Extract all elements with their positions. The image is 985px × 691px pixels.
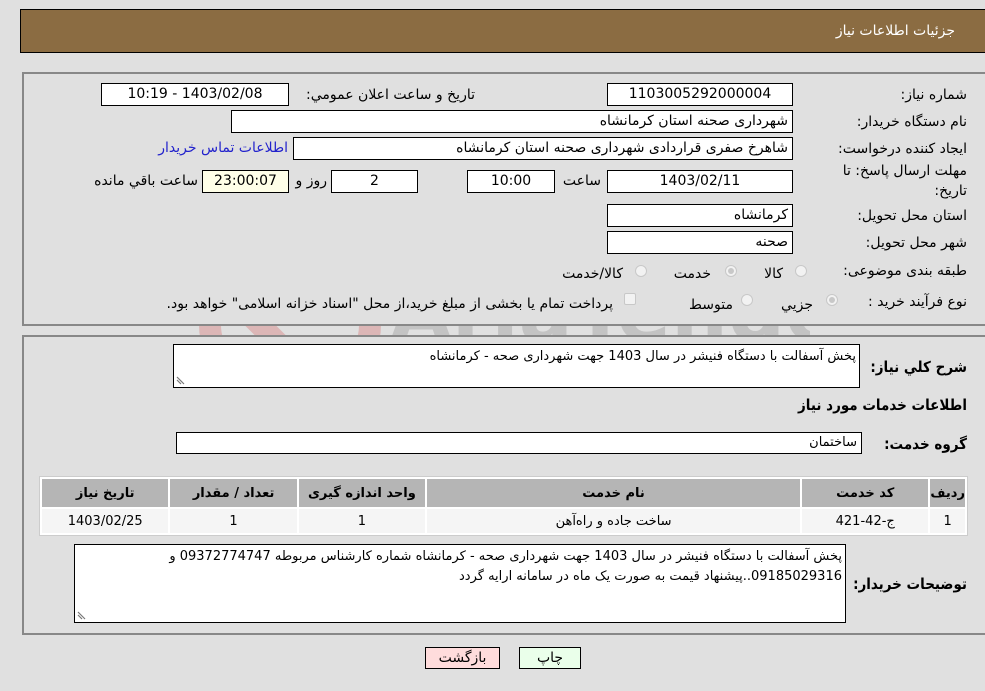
summary-label: شرح كلي نياز: — [870, 358, 967, 376]
days-remaining-field: 2 — [331, 170, 418, 193]
category-service-radio[interactable] — [725, 265, 737, 277]
process-medium-label: متوسط — [689, 297, 733, 313]
cell-code: ج-42-421 — [802, 509, 929, 533]
back-button[interactable]: بازگشت — [425, 647, 500, 669]
process-minor-label: جزیي — [781, 297, 813, 313]
remaining-time-label: ساعت باقي مانده — [94, 173, 198, 189]
category-goods-service-label: کالا/خدمت — [562, 266, 623, 282]
table-row: 1 ج-42-421 ساخت جاده و راه‌آهن 1 1 1403/… — [42, 509, 965, 533]
cell-qty: 1 — [170, 509, 297, 533]
announce-label: تاریخ و ساعت اعلان عمومي: — [306, 87, 475, 103]
need-number-label: شماره نیاز: — [900, 87, 968, 103]
page-header: جزئیات اطلاعات نیاز — [20, 9, 985, 53]
process-medium-radio[interactable] — [741, 294, 753, 306]
services-table-wrap: ردیف کد خدمت نام خدمت واحد اندازه گیری ت… — [39, 476, 968, 536]
col-unit-header: واحد اندازه گیری — [298, 479, 426, 507]
treasury-checkbox[interactable] — [624, 293, 636, 305]
treasury-note: پرداخت تمام یا بخشی از مبلغ خرید،از محل … — [166, 296, 613, 312]
creator-field: شاهرخ صفری قراردادی شهرداری صحنه استان ک… — [293, 137, 793, 160]
services-heading: اطلاعات خدمات مورد نیاز — [798, 396, 967, 414]
need-number-field: 1103005292000004 — [607, 83, 793, 106]
remaining-time-field: 23:00:07 — [202, 170, 289, 193]
province-field: کرمانشاه — [607, 204, 793, 227]
category-goods-service-radio[interactable] — [635, 265, 647, 277]
category-service-label: خدمت — [673, 266, 711, 282]
buyer-notes-textarea[interactable]: پخش آسفالت با دستگاه فنیشر در سال 1403 ج… — [74, 544, 846, 623]
category-label: طبقه بندی موضوعی: — [843, 263, 967, 279]
col-qty-header: تعداد / مقدار — [170, 479, 297, 507]
process-label: نوع فرآیند خرید : — [868, 294, 967, 310]
resize-handle-icon[interactable] — [77, 610, 87, 620]
page-title: جزئیات اطلاعات نیاز — [835, 23, 955, 39]
buyer-notes-text: پخش آسفالت با دستگاه فنیشر در سال 1403 ج… — [169, 549, 842, 584]
time-label: ساعت — [562, 173, 601, 189]
category-goods-label: کالا — [764, 266, 783, 282]
city-label: شهر محل تحویل: — [865, 235, 967, 251]
cell-name: ساخت جاده و راه‌آهن — [427, 509, 801, 533]
services-table: ردیف کد خدمت نام خدمت واحد اندازه گیری ت… — [39, 476, 968, 536]
process-minor-radio[interactable] — [826, 294, 838, 306]
col-code-header: کد خدمت — [802, 479, 929, 507]
resize-handle-icon[interactable] — [176, 375, 186, 385]
days-label: روز و — [295, 173, 328, 189]
service-group-field: ساختمان — [176, 432, 862, 454]
col-date-header: تاریخ نیاز — [42, 479, 169, 507]
creator-label: ایجاد کننده درخواست: — [838, 141, 967, 157]
deadline-label: مهلت ارسال پاسخ: تا — [842, 163, 967, 179]
cell-unit: 1 — [298, 509, 426, 533]
deadline-label-line2: تاریخ: — [934, 183, 967, 199]
buyer-notes-label: توضیحات خریدار: — [853, 575, 967, 593]
buyer-org-label: نام دستگاه خریدار: — [856, 114, 967, 130]
print-button[interactable]: چاپ — [519, 647, 581, 669]
cell-date: 1403/02/25 — [42, 509, 169, 533]
province-label: استان محل تحویل: — [857, 208, 967, 224]
buyer-contact-link[interactable]: اطلاعات تماس خریدار — [158, 140, 288, 156]
announce-datetime-field: 1403/02/08 - 10:19 — [101, 83, 289, 106]
buyer-org-field: شهرداری صحنه استان کرمانشاه — [231, 110, 793, 133]
deadline-time-field: 10:00 — [467, 170, 555, 193]
col-name-header: نام خدمت — [427, 479, 801, 507]
cell-row: 1 — [930, 509, 965, 533]
table-header-row: ردیف کد خدمت نام خدمت واحد اندازه گیری ت… — [42, 479, 965, 507]
col-row-header: ردیف — [930, 479, 965, 507]
summary-textarea[interactable]: پخش آسفالت با دستگاه فنیشر در سال 1403 ج… — [173, 344, 860, 388]
city-field: صحنه — [607, 231, 793, 254]
category-goods-radio[interactable] — [795, 265, 807, 277]
service-group-label: گروه خدمت: — [884, 435, 967, 453]
summary-text: پخش آسفالت با دستگاه فنیشر در سال 1403 ج… — [429, 349, 856, 364]
deadline-date-field: 1403/02/11 — [607, 170, 793, 193]
